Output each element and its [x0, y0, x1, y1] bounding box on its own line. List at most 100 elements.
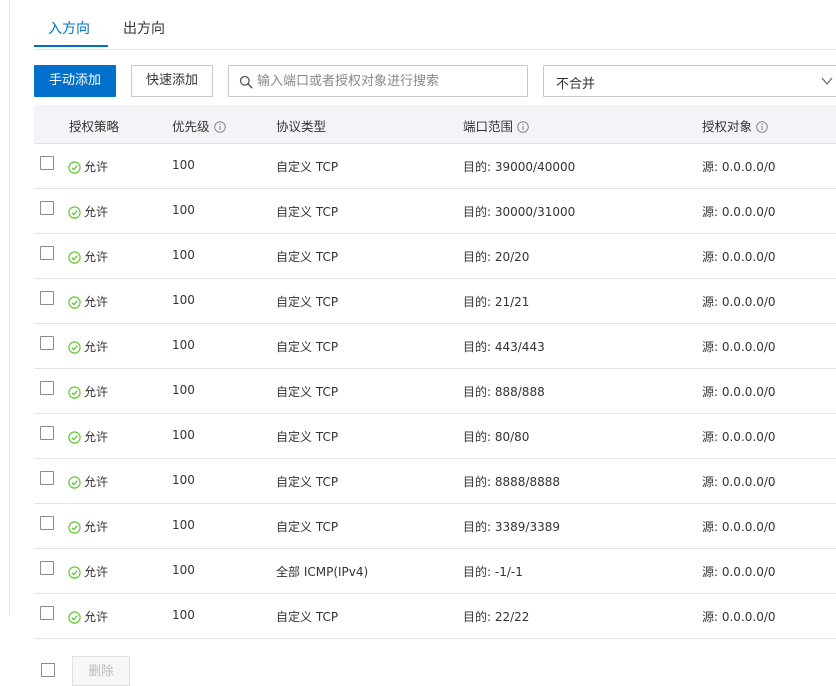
- priority-cell: 100: [172, 338, 195, 352]
- row-checkbox[interactable]: [40, 561, 54, 575]
- port-range-cell: 目的: 3389/3389: [463, 520, 560, 534]
- check-circle-icon: [68, 161, 81, 174]
- protocol-cell: 自定义 TCP: [276, 430, 339, 444]
- table-row: 允许 100 自定义 TCP 目的: 8888/8888 源: 0.0.0.0/…: [34, 459, 836, 504]
- policy-label: 允许: [84, 250, 109, 264]
- search-input[interactable]: [255, 66, 525, 96]
- tab-outbound[interactable]: 出方向: [123, 18, 165, 38]
- auth-object-cell: 源: 0.0.0.0/0: [702, 565, 776, 579]
- info-icon[interactable]: [756, 121, 768, 133]
- protocol-cell: 自定义 TCP: [276, 160, 339, 174]
- row-checkbox[interactable]: [40, 606, 54, 620]
- auth-object-cell: 源: 0.0.0.0/0: [702, 475, 776, 489]
- policy-label: 允许: [84, 295, 109, 309]
- rules-table-body: 允许 100 自定义 TCP 目的: 39000/40000 源: 0.0.0.…: [34, 144, 836, 639]
- policy-label: 允许: [84, 160, 109, 174]
- quick-add-button[interactable]: 快速添加: [131, 65, 213, 97]
- select-all-checkbox[interactable]: [41, 663, 55, 677]
- policy-cell: 允许: [68, 158, 108, 175]
- policy-label: 允许: [84, 205, 109, 219]
- policy-cell: 允许: [68, 248, 108, 265]
- check-circle-icon: [68, 296, 81, 309]
- column-header-policy-label: 授权策略: [69, 119, 120, 134]
- priority-cell: 100: [172, 473, 195, 487]
- table-row: 允许 100 自定义 TCP 目的: 20/20 源: 0.0.0.0/0: [34, 234, 836, 279]
- info-icon[interactable]: [517, 121, 529, 133]
- search-box: [228, 65, 528, 97]
- policy-cell: 允许: [68, 383, 108, 400]
- port-range-cell: 目的: 30000/31000: [463, 205, 576, 219]
- port-range-cell: 目的: -1/-1: [463, 565, 523, 579]
- column-header-priority-label: 优先级: [172, 119, 210, 134]
- policy-cell: 允许: [68, 293, 108, 310]
- protocol-cell: 自定义 TCP: [276, 340, 339, 354]
- column-header-policy: 授权策略: [69, 116, 119, 135]
- merge-select[interactable]: 不合并: [543, 65, 836, 97]
- row-checkbox[interactable]: [40, 336, 54, 350]
- priority-cell: 100: [172, 383, 195, 397]
- auth-object-cell: 源: 0.0.0.0/0: [702, 520, 776, 534]
- policy-cell: 允许: [68, 338, 108, 355]
- port-range-cell: 目的: 22/22: [463, 610, 530, 624]
- auth-object-cell: 源: 0.0.0.0/0: [702, 250, 776, 264]
- check-circle-icon: [68, 611, 81, 624]
- manual-add-button[interactable]: 手动添加: [34, 65, 116, 97]
- active-tab-indicator: [34, 45, 108, 47]
- page-left-divider: [9, 0, 10, 615]
- auth-object-cell: 源: 0.0.0.0/0: [702, 340, 776, 354]
- check-circle-icon: [68, 566, 81, 579]
- port-range-cell: 目的: 20/20: [463, 250, 530, 264]
- protocol-cell: 自定义 TCP: [276, 250, 339, 264]
- table-row: 允许 100 自定义 TCP 目的: 30000/31000 源: 0.0.0.…: [34, 189, 836, 234]
- port-range-cell: 目的: 888/888: [463, 385, 545, 399]
- merge-select-value: 不合并: [556, 77, 596, 92]
- table-row: 允许 100 自定义 TCP 目的: 21/21 源: 0.0.0.0/0: [34, 279, 836, 324]
- table-row: 允许 100 自定义 TCP 目的: 22/22 源: 0.0.0.0/0: [34, 594, 836, 639]
- priority-cell: 100: [172, 563, 195, 577]
- column-header-auth-object: 授权对象: [702, 116, 768, 135]
- protocol-cell: 自定义 TCP: [276, 385, 339, 399]
- info-icon[interactable]: [213, 121, 226, 133]
- auth-object-cell: 源: 0.0.0.0/0: [702, 295, 776, 309]
- table-header: 授权策略 优先级 协议类型 端口范围 授权对象: [34, 105, 836, 144]
- tab-inbound[interactable]: 入方向: [48, 18, 90, 38]
- protocol-cell: 自定义 TCP: [276, 610, 339, 624]
- protocol-cell: 自定义 TCP: [276, 295, 339, 309]
- auth-object-cell: 源: 0.0.0.0/0: [702, 160, 776, 174]
- check-circle-icon: [68, 251, 81, 264]
- row-checkbox[interactable]: [40, 201, 54, 215]
- auth-object-cell: 源: 0.0.0.0/0: [702, 430, 776, 444]
- check-circle-icon: [68, 386, 81, 399]
- row-checkbox[interactable]: [40, 426, 54, 440]
- policy-label: 允许: [84, 475, 109, 489]
- search-icon: [239, 75, 253, 89]
- priority-cell: 100: [172, 203, 195, 217]
- column-header-auth-object-label: 授权对象: [702, 119, 753, 134]
- policy-cell: 允许: [68, 563, 108, 580]
- protocol-cell: 全部 ICMP(IPv4): [276, 565, 369, 579]
- delete-button[interactable]: 删除: [72, 656, 130, 686]
- policy-cell: 允许: [68, 428, 108, 445]
- table-row: 允许 100 全部 ICMP(IPv4) 目的: -1/-1 源: 0.0.0.…: [34, 549, 836, 594]
- table-row: 允许 100 自定义 TCP 目的: 888/888 源: 0.0.0.0/0: [34, 369, 836, 414]
- column-header-port-range: 端口范围: [463, 116, 529, 135]
- column-header-protocol: 协议类型: [276, 116, 326, 135]
- row-checkbox[interactable]: [40, 291, 54, 305]
- port-range-cell: 目的: 443/443: [463, 340, 545, 354]
- auth-object-cell: 源: 0.0.0.0/0: [702, 385, 776, 399]
- check-circle-icon: [68, 341, 81, 354]
- column-header-priority: 优先级: [172, 116, 226, 135]
- table-row: 允许 100 自定义 TCP 目的: 80/80 源: 0.0.0.0/0: [34, 414, 836, 459]
- table-row: 允许 100 自定义 TCP 目的: 3389/3389 源: 0.0.0.0/…: [34, 504, 836, 549]
- row-checkbox[interactable]: [40, 156, 54, 170]
- row-checkbox[interactable]: [40, 471, 54, 485]
- policy-cell: 允许: [68, 608, 108, 625]
- row-checkbox[interactable]: [40, 381, 54, 395]
- policy-label: 允许: [84, 520, 109, 534]
- priority-cell: 100: [172, 518, 195, 532]
- check-circle-icon: [68, 431, 81, 444]
- chevron-down-icon: [821, 77, 833, 85]
- auth-object-cell: 源: 0.0.0.0/0: [702, 610, 776, 624]
- row-checkbox[interactable]: [40, 246, 54, 260]
- row-checkbox[interactable]: [40, 516, 54, 530]
